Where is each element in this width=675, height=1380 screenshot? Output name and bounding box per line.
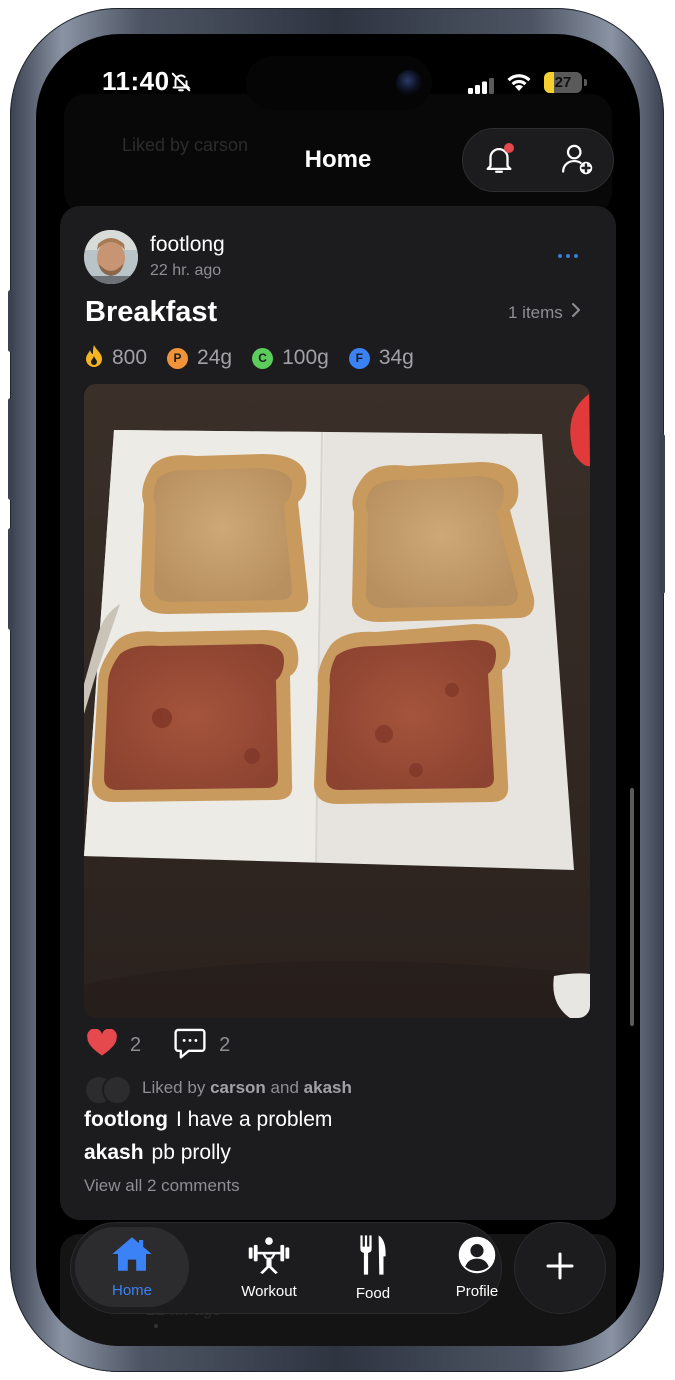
cellular-signal-icon [468, 78, 496, 99]
scroll-indicator[interactable] [630, 788, 634, 1026]
calories-value: 800 [112, 346, 148, 369]
comment-item: footlong I have a problem [84, 1108, 332, 1132]
fork-knife-icon [356, 1234, 390, 1281]
post-card: footlong 22 hr. ago Breakfast 1 items 80… [60, 206, 616, 1220]
home-indicator [154, 1324, 158, 1328]
fat-stat: F 34g [348, 346, 414, 370]
flame-icon [84, 344, 104, 373]
tab-bar: Home Workout Food Profile [70, 1222, 502, 1314]
notifications-button[interactable] [477, 139, 521, 183]
add-post-button[interactable] [514, 1222, 606, 1314]
fat-badge: F [348, 347, 370, 369]
carbs-value: 100g [282, 346, 329, 369]
protein-stat: P 24g [167, 346, 232, 370]
liker-name: carson [210, 1078, 266, 1097]
protein-value: 24g [197, 346, 233, 369]
post-time: 22 hr. ago [150, 262, 222, 279]
more-options-button[interactable] [548, 244, 588, 268]
notification-badge [504, 143, 514, 153]
tab-home[interactable]: Home [75, 1227, 189, 1307]
home-icon [111, 1235, 153, 1278]
liked-by-joiner: and [270, 1078, 299, 1097]
liked-by-prefix: Liked by [142, 1078, 206, 1097]
liker-avatars [84, 1075, 136, 1105]
dot-icon [566, 254, 570, 258]
comment-author[interactable]: akash [84, 1141, 144, 1164]
tab-food-label: Food [355, 1285, 391, 1302]
carbs-badge: C [252, 347, 274, 369]
status-bar: 11:40 27 [36, 34, 640, 124]
comment-author[interactable]: footlong [84, 1108, 168, 1131]
carbs-stat: C 100g [252, 346, 329, 370]
liker-name: akash [303, 1078, 352, 1097]
avatar[interactable] [84, 230, 138, 284]
protein-badge: P [167, 347, 189, 369]
tab-food[interactable]: Food [321, 1223, 425, 1313]
dot-icon [574, 254, 578, 258]
tab-workout-label: Workout [241, 1283, 297, 1300]
dot-icon [558, 254, 562, 258]
heart-icon [86, 1027, 118, 1062]
like-button[interactable]: 2 [86, 1027, 173, 1062]
comment-button[interactable]: 2 [173, 1027, 262, 1064]
plus-icon [545, 1251, 575, 1286]
meal-photo[interactable] [84, 384, 590, 1018]
action-button [8, 290, 13, 352]
status-time: 11:40 [102, 66, 170, 96]
comment-text: I have a problem [175, 1108, 333, 1131]
silent-mode-icon [170, 71, 192, 98]
tab-workout[interactable]: Workout [217, 1223, 321, 1313]
volume-down-button [8, 528, 13, 630]
screen: Liked by carson 11:40 27 Home footlong 2… [36, 34, 640, 1346]
power-button [660, 434, 665, 594]
liked-by-row[interactable]: Liked by carson and akash [84, 1074, 352, 1105]
items-link[interactable]: 1 items [508, 302, 581, 323]
dynamic-island [246, 56, 432, 110]
add-friend-button[interactable] [555, 139, 599, 183]
post-actions: 2 2 [86, 1027, 262, 1064]
profile-icon [458, 1236, 496, 1279]
meal-title: Breakfast [85, 296, 218, 328]
add-user-icon [559, 141, 595, 182]
volume-up-button [8, 398, 13, 500]
front-camera [396, 70, 422, 96]
comment-bubble-icon [173, 1027, 207, 1064]
post-username[interactable]: footlong [150, 233, 225, 257]
chevron-right-icon [571, 302, 581, 323]
comments-count: 2 [219, 1033, 231, 1056]
header-actions [462, 128, 614, 192]
weightlifter-icon [247, 1236, 291, 1279]
battery-tip [584, 79, 587, 86]
comment-item: akash pb prolly [84, 1141, 231, 1165]
wifi-icon [506, 72, 532, 97]
macro-summary: 800 P 24g C 100g F 34g [84, 344, 434, 372]
battery-indicator: 27 [544, 72, 587, 94]
battery-level: 27 [554, 74, 572, 91]
liker-avatar [102, 1075, 132, 1105]
fat-value: 34g [378, 346, 414, 369]
comment-text: pb prolly [151, 1141, 231, 1164]
tab-profile-label: Profile [455, 1283, 499, 1300]
calories-stat: 800 [84, 344, 147, 373]
liked-by-text: Liked by carson and akash [142, 1078, 352, 1098]
items-count: 1 items [508, 302, 563, 322]
view-all-comments-link[interactable]: View all 2 comments [84, 1176, 240, 1196]
likes-count: 2 [130, 1033, 142, 1056]
tab-home-label: Home [111, 1282, 152, 1299]
